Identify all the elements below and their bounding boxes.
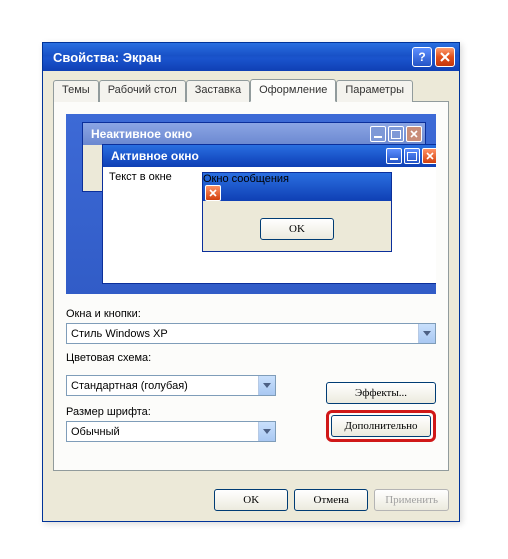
color-scheme-value: Стандартная (голубая) [67,380,258,392]
preview-active-title: Активное окно [111,149,199,163]
advanced-highlight: Дополнительно [326,410,436,442]
preview-inactive-title: Неактивное окно [91,127,192,141]
tab-screensaver[interactable]: Заставка [186,80,250,102]
appearance-panel: Неактивное окно Активное окно [53,101,449,471]
windows-buttons-value: Стиль Windows XP [67,328,418,340]
help-button[interactable]: ? [412,47,432,67]
maximize-icon [388,126,404,142]
tabs: Темы Рабочий стол Заставка Оформление Па… [53,79,449,101]
close-icon [406,126,422,142]
ok-button[interactable]: OK [214,489,288,511]
preview-message-box: Окно сообщения OK [202,172,392,252]
color-scheme-label: Цветовая схема: [66,352,436,364]
maximize-icon [404,148,420,164]
dialog-title: Свойства: Экран [53,50,162,65]
dialog-button-row: OK Отмена Применить [43,481,459,521]
preview-msgbox-title: Окно сообщения [203,173,289,185]
close-button[interactable] [435,47,455,67]
font-size-value: Обычный [67,426,258,438]
windows-buttons-label: Окна и кнопки: [66,308,436,320]
display-properties-dialog: Свойства: Экран ? Темы Рабочий стол Заст… [42,42,460,522]
dialog-titlebar[interactable]: Свойства: Экран ? [43,43,459,71]
tab-desktop[interactable]: Рабочий стол [99,80,186,102]
color-scheme-combo[interactable]: Стандартная (голубая) [66,375,276,396]
minimize-icon [386,148,402,164]
close-icon [422,148,436,164]
chevron-down-icon [258,422,275,441]
appearance-preview: Неактивное окно Активное окно [66,114,436,294]
close-icon [205,185,221,201]
effects-button[interactable]: Эффекты... [326,382,436,404]
cancel-button[interactable]: Отмена [294,489,368,511]
advanced-button[interactable]: Дополнительно [331,415,431,437]
font-size-combo[interactable]: Обычный [66,421,276,442]
windows-buttons-combo[interactable]: Стиль Windows XP [66,323,436,344]
apply-button[interactable]: Применить [374,489,449,511]
font-size-label: Размер шрифта: [66,406,316,418]
chevron-down-icon [258,376,275,395]
tab-appearance[interactable]: Оформление [250,79,336,102]
preview-msgbox-ok-button: OK [260,218,334,240]
tab-themes[interactable]: Темы [53,80,99,102]
tab-settings[interactable]: Параметры [336,80,413,102]
minimize-icon [370,126,386,142]
chevron-down-icon [418,324,435,343]
